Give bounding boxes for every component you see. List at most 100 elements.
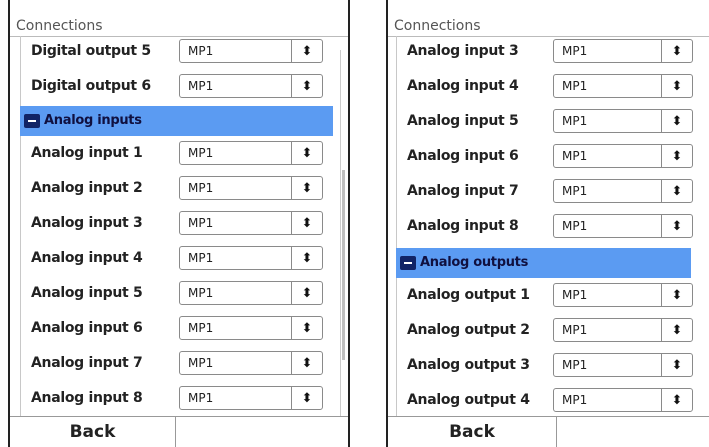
mapping-select[interactable]: MP1 ⬍	[179, 246, 323, 270]
list-item: Analog input 8 MP1 ⬍	[21, 381, 339, 416]
up-down-arrows-icon[interactable]: ⬍	[661, 75, 692, 97]
up-down-arrows-icon[interactable]: ⬍	[661, 145, 692, 167]
mapping-select[interactable]: MP1 ⬍	[179, 39, 323, 63]
up-down-arrows-icon[interactable]: ⬍	[291, 282, 322, 304]
mapping-select[interactable]: MP1 ⬍	[553, 74, 693, 98]
panel-title: Connections	[394, 18, 481, 34]
list-item: Digital output 6 MP1 ⬍	[21, 69, 339, 104]
collapse-minus-icon[interactable]	[400, 256, 416, 270]
list-item: Analog output 1 MP1 ⬍	[397, 278, 697, 313]
bottom-bar: Back	[10, 416, 348, 447]
up-down-arrows-icon[interactable]: ⬍	[291, 352, 322, 374]
up-down-arrows-icon[interactable]: ⬍	[661, 284, 692, 306]
up-down-arrows-icon[interactable]: ⬍	[291, 387, 322, 409]
list-content: Digital output 5 MP1 ⬍ Digital output 6 …	[20, 36, 339, 417]
list-item: Digital output 5 MP1 ⬍	[21, 36, 339, 69]
up-down-arrows-icon[interactable]: ⬍	[661, 180, 692, 202]
mapping-select[interactable]: MP1 ⬍	[179, 386, 323, 410]
bottom-bar: Back	[388, 416, 709, 447]
up-down-arrows-icon[interactable]: ⬍	[661, 110, 692, 132]
up-down-arrows-icon[interactable]: ⬍	[291, 40, 322, 62]
scrollbar[interactable]	[340, 50, 347, 417]
list-item: Analog input 3 MP1 ⬍	[397, 36, 697, 69]
list-item: Analog input 7 MP1 ⬍	[397, 174, 697, 209]
list-item: Analog output 3 MP1 ⬍	[397, 348, 697, 383]
mapping-select[interactable]: MP1 ⬍	[179, 176, 323, 200]
mapping-select[interactable]: MP1 ⬍	[179, 351, 323, 375]
row-label: Analog input 7	[407, 183, 519, 199]
list-item: Analog input 6 MP1 ⬍	[21, 311, 339, 346]
row-label: Analog input 5	[31, 285, 143, 301]
up-down-arrows-icon[interactable]: ⬍	[661, 354, 692, 376]
row-label: Analog input 6	[407, 148, 519, 164]
row-label: Analog output 4	[407, 392, 530, 408]
mapping-select[interactable]: MP1 ⬍	[553, 353, 693, 377]
connections-list[interactable]: Analog input 3 MP1 ⬍ Analog input 4 MP1 …	[388, 36, 709, 417]
row-label: Analog input 4	[31, 250, 143, 266]
mapping-select[interactable]: MP1 ⬍	[553, 214, 693, 238]
mapping-select[interactable]: MP1 ⬍	[179, 211, 323, 235]
row-label: Analog output 1	[407, 287, 530, 303]
row-label: Analog input 5	[407, 113, 519, 129]
mapping-select[interactable]: MP1 ⬍	[553, 179, 693, 203]
group-label: Analog outputs	[420, 255, 529, 270]
list-item: Analog input 2 MP1 ⬍	[21, 171, 339, 206]
up-down-arrows-icon[interactable]: ⬍	[291, 317, 322, 339]
up-down-arrows-icon[interactable]: ⬍	[291, 142, 322, 164]
row-label: Digital output 5	[31, 43, 151, 59]
list-item: Analog input 4 MP1 ⬍	[397, 69, 697, 104]
list-item: Analog input 7 MP1 ⬍	[21, 346, 339, 381]
list-item: Analog input 3 MP1 ⬍	[21, 206, 339, 241]
group-header-analog-inputs[interactable]: Analog inputs	[20, 106, 333, 136]
up-down-arrows-icon[interactable]: ⬍	[661, 40, 692, 62]
back-button[interactable]: Back	[10, 417, 176, 447]
mapping-select[interactable]: MP1 ⬍	[553, 39, 693, 63]
mapping-select[interactable]: MP1 ⬍	[553, 388, 693, 412]
row-label: Analog input 1	[31, 145, 143, 161]
row-label: Analog input 8	[31, 390, 143, 406]
mapping-select[interactable]: MP1 ⬍	[553, 109, 693, 133]
up-down-arrows-icon[interactable]: ⬍	[661, 389, 692, 411]
panel-title: Connections	[16, 18, 103, 34]
mapping-select[interactable]: MP1 ⬍	[179, 141, 323, 165]
row-label: Analog output 2	[407, 322, 530, 338]
back-button[interactable]: Back	[388, 417, 557, 447]
connections-panel-left: Connections Digital output 5 MP1 ⬍ Digit…	[8, 0, 350, 447]
up-down-arrows-icon[interactable]: ⬍	[661, 319, 692, 341]
up-down-arrows-icon[interactable]: ⬍	[661, 215, 692, 237]
up-down-arrows-icon[interactable]: ⬍	[291, 212, 322, 234]
scrollbar-thumb[interactable]	[342, 170, 345, 360]
list-item: Analog input 8 MP1 ⬍	[397, 209, 697, 244]
row-label: Analog input 3	[31, 215, 143, 231]
row-label: Analog input 2	[31, 180, 143, 196]
row-label: Analog input 7	[31, 355, 143, 371]
mapping-select[interactable]: MP1 ⬍	[179, 281, 323, 305]
row-label: Analog output 3	[407, 357, 530, 373]
list-item: Analog input 4 MP1 ⬍	[21, 241, 339, 276]
collapse-minus-icon[interactable]	[24, 114, 40, 128]
list-item: Analog input 5 MP1 ⬍	[397, 104, 697, 139]
row-label: Digital output 6	[31, 78, 151, 94]
up-down-arrows-icon[interactable]: ⬍	[291, 75, 322, 97]
mapping-select[interactable]: MP1 ⬍	[553, 144, 693, 168]
row-label: Analog input 6	[31, 320, 143, 336]
up-down-arrows-icon[interactable]: ⬍	[291, 247, 322, 269]
connections-list[interactable]: Digital output 5 MP1 ⬍ Digital output 6 …	[10, 36, 348, 417]
connections-panel-right: Connections Analog input 3 MP1 ⬍ Analog …	[386, 0, 709, 447]
list-content: Analog input 3 MP1 ⬍ Analog input 4 MP1 …	[396, 36, 697, 417]
up-down-arrows-icon[interactable]: ⬍	[291, 177, 322, 199]
list-item: Analog input 5 MP1 ⬍	[21, 276, 339, 311]
row-label: Analog input 4	[407, 78, 519, 94]
group-label: Analog inputs	[44, 113, 142, 128]
list-item: Analog input 6 MP1 ⬍	[397, 139, 697, 174]
mapping-select[interactable]: MP1 ⬍	[553, 318, 693, 342]
row-label: Analog input 8	[407, 218, 519, 234]
list-item: Analog output 4 MP1 ⬍	[397, 383, 697, 417]
mapping-select[interactable]: MP1 ⬍	[553, 283, 693, 307]
list-item: Analog output 2 MP1 ⬍	[397, 313, 697, 348]
row-label: Analog input 3	[407, 43, 519, 59]
mapping-select[interactable]: MP1 ⬍	[179, 316, 323, 340]
group-header-analog-outputs[interactable]: Analog outputs	[396, 248, 691, 278]
mapping-select[interactable]: MP1 ⬍	[179, 74, 323, 98]
list-item: Analog input 1 MP1 ⬍	[21, 136, 339, 171]
